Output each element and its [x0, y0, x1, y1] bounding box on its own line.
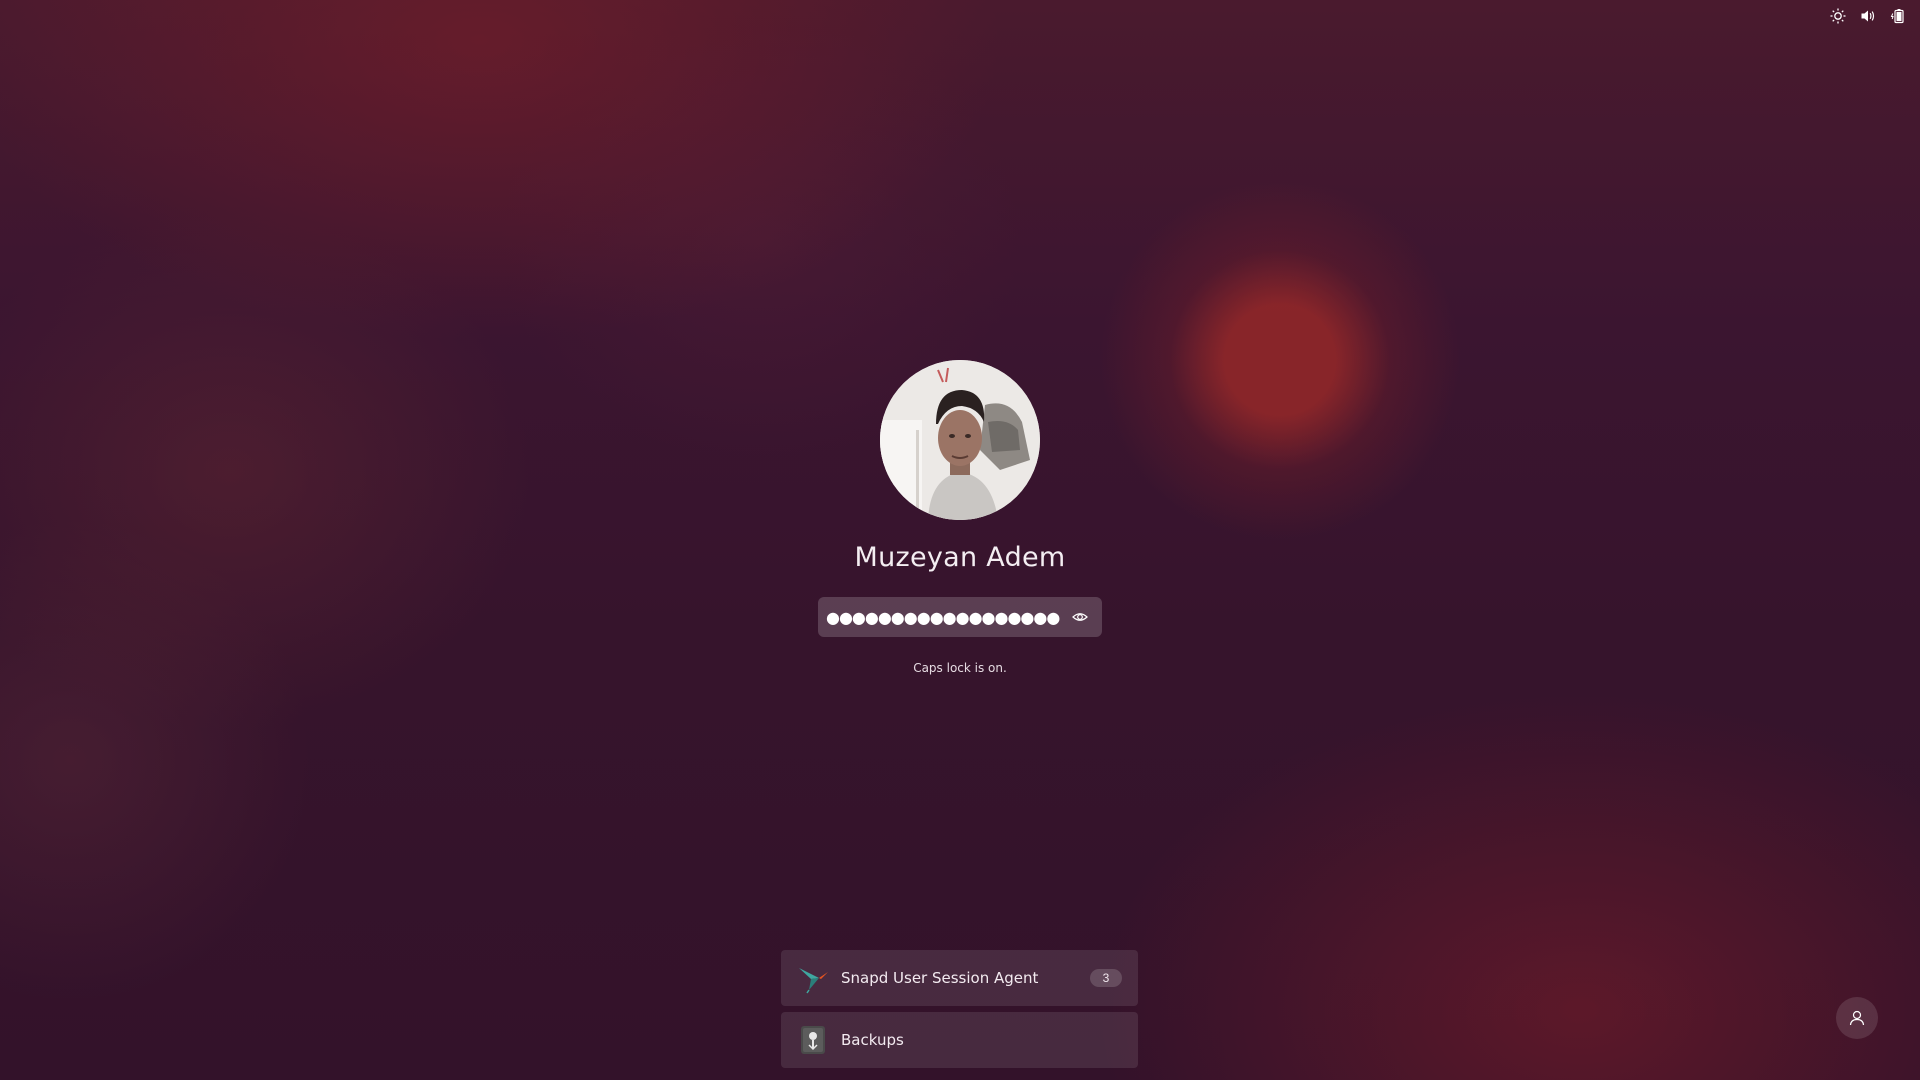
- volume-icon[interactable]: [1858, 6, 1878, 26]
- system-tray: [1828, 5, 1908, 27]
- snapcraft-bird-icon: [797, 962, 829, 994]
- password-field[interactable]: [818, 597, 1102, 637]
- notification-list: Snapd User Session Agent 3 Backups: [781, 950, 1138, 1068]
- notification-count-badge: 3: [1090, 969, 1122, 987]
- battery-icon[interactable]: [1888, 6, 1908, 26]
- caps-lock-warning: Caps lock is on.: [913, 661, 1007, 675]
- avatar: [880, 360, 1040, 520]
- notification-label: Snapd User Session Agent: [841, 969, 1039, 987]
- user-name: Muzeyan Adem: [854, 542, 1066, 573]
- brightness-icon[interactable]: [1828, 6, 1848, 26]
- eye-icon: [1072, 613, 1088, 621]
- backups-icon: [797, 1024, 829, 1056]
- notification-backups[interactable]: Backups: [781, 1012, 1138, 1068]
- notification-label: Backups: [841, 1031, 904, 1049]
- switch-user-button[interactable]: [1836, 997, 1878, 1039]
- user-icon: [1849, 1010, 1865, 1026]
- unlock-dialog: Muzeyan Adem Caps lock is on.: [0, 360, 1920, 675]
- show-password-button[interactable]: [1068, 605, 1092, 629]
- notification-snapd[interactable]: Snapd User Session Agent 3: [781, 950, 1138, 1006]
- password-input[interactable]: [826, 599, 1068, 635]
